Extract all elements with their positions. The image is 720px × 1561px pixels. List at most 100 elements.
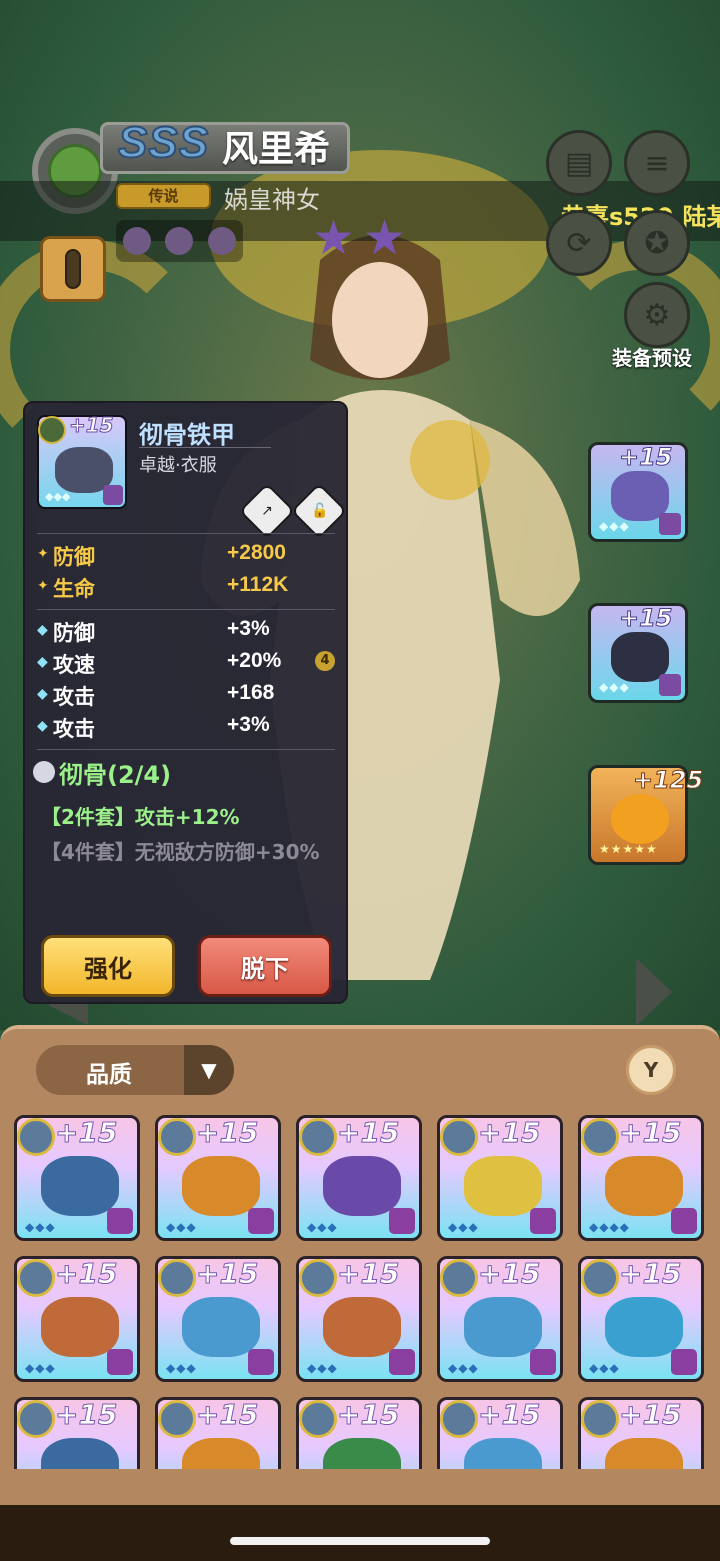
inventory-item[interactable]: +15 — [578, 1397, 704, 1469]
equipment-preset-label: 装备预设 — [612, 346, 692, 370]
slot-gems: ◆◆◆ — [599, 680, 630, 694]
item-gems: ◆◆◆◆ — [589, 1220, 630, 1234]
equipment-icon — [182, 1156, 260, 1216]
filter-icon: Y — [643, 1058, 659, 1082]
equipment-preset-button[interactable]: ⚙ — [624, 282, 690, 348]
star-icon: ★ — [312, 210, 356, 266]
item-level: +15 — [195, 1257, 259, 1291]
scroll-icon: ≡ — [644, 145, 670, 181]
inventory-item[interactable]: +15 — [296, 1397, 422, 1469]
item-gems: ◆◆◆ — [25, 1361, 56, 1375]
unequip-button[interactable]: 脱下 — [198, 935, 332, 997]
scroll-button[interactable]: ≡ — [624, 130, 690, 196]
owner-avatar — [17, 1400, 55, 1438]
inventory-item[interactable]: +15 ◆◆◆ — [578, 1256, 704, 1382]
item-gems: ◆◆◆ — [166, 1220, 197, 1234]
inventory-item[interactable]: +15 ◆◆◆ — [296, 1115, 422, 1241]
chevron-down-icon[interactable]: ▼ — [184, 1045, 234, 1095]
share-icon: ↗ — [261, 503, 273, 519]
spark-icon: ✦ — [37, 578, 49, 594]
item-gems: ◆◆◆ — [307, 1220, 338, 1234]
equipment-icon — [182, 1297, 260, 1357]
slot-stars: ★★★★★ — [599, 842, 658, 856]
item-category: 卓越·衣服 — [139, 455, 217, 476]
info-button[interactable] — [40, 236, 106, 302]
owner-avatar — [299, 1400, 337, 1438]
home-indicator[interactable] — [230, 1537, 490, 1545]
equipment-icon — [182, 1438, 260, 1469]
element-icon — [107, 1208, 133, 1234]
sub-stat-row: ◆ 防御 +3% — [37, 617, 337, 647]
inventory-item[interactable]: +15 ◆◆◆ — [296, 1256, 422, 1382]
slot-gems: ◆◆◆ — [599, 519, 630, 533]
inventory-item[interactable]: +15 ◆◆◆ — [14, 1115, 140, 1241]
sort-dropdown[interactable]: 品质 ▼ — [36, 1045, 234, 1095]
inventory-item[interactable]: +15 ◆◆◆ — [155, 1115, 281, 1241]
equipment-icon — [41, 1438, 119, 1469]
owner-avatar — [581, 1118, 619, 1156]
owner-avatar — [158, 1400, 196, 1438]
item-gems: ◆◆◆ — [25, 1220, 56, 1234]
spark-icon: ✦ — [37, 546, 49, 562]
inventory-item[interactable]: +15 — [14, 1397, 140, 1469]
next-hero-arrow[interactable] — [636, 958, 672, 1026]
item-detail-card: +15 ◆◆◆ 彻骨铁甲 卓越·衣服 ↗ 🔓 ✦ 防御 +2800 ✦ 生命 +… — [23, 401, 348, 1004]
owner-avatar — [299, 1259, 337, 1297]
element-icon — [530, 1349, 556, 1375]
owner-avatar — [440, 1118, 478, 1156]
trait-icon-3 — [207, 227, 236, 255]
inventory-item[interactable]: +15 — [155, 1397, 281, 1469]
enhance-button[interactable]: 强化 — [41, 935, 175, 997]
set-bonus-2: 【2件套】攻击+12% — [41, 805, 240, 829]
item-level: +15 — [618, 1257, 682, 1291]
equipment-icon — [464, 1438, 542, 1469]
stat-value: +3% — [227, 713, 270, 736]
stat-value: +3% — [227, 617, 270, 640]
equipped-slot-2[interactable]: +15 ◆◆◆ — [588, 603, 688, 703]
filter-button[interactable]: Y — [626, 1045, 676, 1095]
trait-icon-1 — [123, 227, 152, 255]
hero-traits[interactable] — [116, 220, 243, 262]
equipment-icon — [605, 1438, 683, 1469]
stat-name: 攻速 — [53, 653, 95, 677]
item-level: +15 — [336, 1116, 400, 1150]
hero-rank: SSS — [117, 117, 210, 168]
item-thumbnail: +15 ◆◆◆ — [37, 413, 127, 509]
equipped-slot-3[interactable]: +125 ★★★★★ — [588, 765, 704, 865]
reset-button[interactable]: ✪ — [624, 210, 690, 276]
equipment-icon — [41, 1156, 119, 1216]
slot-level: +125 — [632, 766, 704, 795]
inventory-item[interactable]: +15 ◆◆◆ — [155, 1256, 281, 1382]
inventory-item[interactable]: +15 ◆◆◆ — [437, 1115, 563, 1241]
lock-button[interactable]: 🔓 — [290, 482, 348, 540]
diamond-icon: ◆ — [37, 622, 48, 638]
inventory-item[interactable]: +15 ◆◆◆◆ — [578, 1115, 704, 1241]
item-level: +15 — [477, 1116, 541, 1150]
bottom-bar — [0, 1505, 720, 1561]
divider — [37, 749, 335, 750]
item-gems: ◆◆◆ — [166, 1361, 197, 1375]
owner-avatar — [17, 1118, 55, 1156]
item-gems: ◆◆◆ — [448, 1220, 479, 1234]
rarity-badge: 传说 — [116, 183, 211, 209]
item-level: +15 — [195, 1116, 259, 1150]
book-button[interactable]: ▤ — [546, 130, 612, 196]
item-level: +15 — [54, 1257, 118, 1291]
inventory-item[interactable]: +15 ◆◆◆ — [437, 1256, 563, 1382]
equipment-icon — [323, 1297, 401, 1357]
sort-label: 品质 — [86, 1062, 132, 1088]
slot-level: +15 — [619, 604, 674, 633]
inventory-item[interactable]: +15 — [437, 1397, 563, 1469]
swap-hero-button[interactable]: ⟳ — [546, 210, 612, 276]
inventory-item[interactable]: +15 ◆◆◆ — [14, 1256, 140, 1382]
equipment-icon — [605, 1297, 683, 1357]
relic-icon — [611, 794, 669, 844]
roll-count-badge: 4 — [315, 651, 335, 671]
equipped-slot-1[interactable]: +15 ◆◆◆ — [588, 442, 688, 542]
equipment-icon — [605, 1156, 683, 1216]
item-level: +15 — [618, 1398, 682, 1432]
item-level: +15 — [69, 413, 115, 438]
share-button[interactable]: ↗ — [238, 482, 296, 540]
owner-avatar — [440, 1259, 478, 1297]
main-stat-row: ✦ 防御 +2800 — [37, 541, 337, 571]
